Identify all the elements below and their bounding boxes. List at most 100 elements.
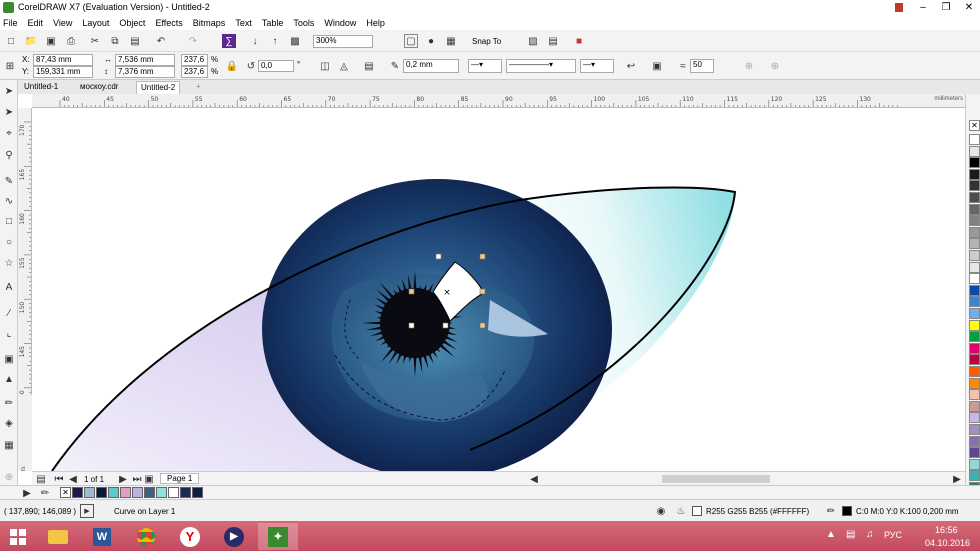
palette-swatch[interactable] — [969, 308, 980, 319]
height-field[interactable]: 7,376 mm — [115, 66, 175, 78]
palette-swatch[interactable] — [969, 412, 980, 424]
publish-pdf-icon[interactable]: ▩ — [288, 34, 302, 48]
quick-customize-icon[interactable]: ⊕ — [742, 59, 756, 73]
close-button[interactable]: ✕ — [958, 0, 980, 14]
document-palette-swatch[interactable] — [144, 487, 155, 498]
scale-x-field[interactable]: 237,6 — [181, 54, 208, 66]
tab-untitled-1[interactable]: Untitled-1 — [20, 81, 62, 94]
new-tab-icon[interactable]: + — [192, 81, 205, 94]
welcome-screen-icon[interactable]: ■ — [572, 34, 586, 48]
next-page-icon[interactable]: ▶ — [116, 472, 130, 486]
open-icon[interactable]: 📁 — [24, 34, 38, 48]
lock-ratio-icon[interactable]: 🔒 — [225, 59, 239, 73]
save-icon[interactable]: ▣ — [44, 34, 58, 48]
zoom-tool-icon[interactable]: ⚲ — [2, 148, 16, 162]
palette-swatch[interactable] — [969, 157, 980, 169]
add-icon[interactable]: ⊕ — [768, 59, 782, 73]
ellipse-tool-icon[interactable]: ○ — [2, 235, 16, 249]
palette-swatch[interactable] — [969, 435, 980, 447]
palette-arrow-icon[interactable]: ▶ — [20, 486, 34, 500]
fill-color-swatch[interactable] — [692, 506, 702, 516]
no-color-swatch[interactable]: ✕ — [60, 487, 71, 498]
tab-untitled-2[interactable]: Untitled-2 — [136, 81, 181, 94]
palette-swatch[interactable] — [969, 145, 980, 157]
document-palette-swatch[interactable] — [96, 487, 107, 498]
align-icon[interactable]: ▤ — [362, 59, 376, 73]
document-palette-swatch[interactable] — [120, 487, 131, 498]
media-player-icon[interactable]: ▶ — [214, 523, 254, 550]
palette-swatch[interactable] — [969, 377, 980, 389]
wrap-text-icon[interactable]: ▣ — [650, 59, 664, 73]
line-style-select[interactable]: —————▾ — [506, 59, 576, 73]
language-indicator[interactable]: РУС — [884, 530, 902, 540]
freehand-tool-icon[interactable]: ✎ — [2, 174, 16, 188]
coreldraw-taskbar-icon[interactable]: ✦ — [258, 523, 298, 550]
palette-swatch[interactable] — [969, 273, 980, 285]
text-tool-icon[interactable]: A — [2, 280, 16, 294]
options-icon[interactable]: ▧ — [526, 34, 540, 48]
palette-swatch[interactable] — [969, 319, 980, 331]
rectangle-tool-icon[interactable]: □ — [2, 214, 16, 228]
palette-swatch[interactable] — [969, 226, 980, 238]
paste-icon[interactable]: ▤ — [128, 34, 142, 48]
outline-color-swatch[interactable] — [842, 506, 852, 516]
mirror-horizontal-icon[interactable]: ◫ — [318, 59, 332, 73]
chrome-icon[interactable] — [126, 523, 166, 550]
pick-tool-icon[interactable]: ➤ — [2, 84, 16, 98]
scroll-thumb[interactable] — [662, 475, 770, 483]
network-icon[interactable]: ▤ — [846, 529, 855, 540]
document-palette-swatch[interactable] — [132, 487, 143, 498]
tab-moskou[interactable]: москоу.cdr — [76, 81, 122, 94]
windows-start-icon[interactable] — [0, 523, 36, 550]
file-explorer-icon[interactable] — [38, 523, 78, 550]
menu-layout[interactable]: Layout — [82, 18, 109, 28]
account-icon[interactable] — [888, 0, 910, 14]
y-position-field[interactable]: 159,331 mm — [33, 66, 93, 78]
print-icon[interactable]: ⎙ — [64, 34, 78, 48]
zoom-level-select[interactable]: 300% — [313, 35, 373, 48]
palette-swatch[interactable] — [969, 261, 980, 273]
search-content-icon[interactable]: ∑ — [222, 34, 236, 48]
document-palette-swatch[interactable] — [192, 487, 203, 498]
end-arrowhead-select[interactable]: —▾ — [580, 59, 614, 73]
x-position-field[interactable]: 87,43 mm — [33, 54, 93, 66]
clock-date[interactable]: 04.10.2016 — [925, 538, 970, 548]
palette-swatch[interactable] — [969, 192, 980, 203]
outline-width-select[interactable]: 0,2 mm — [403, 59, 459, 73]
cut-icon[interactable]: ✂ — [88, 34, 102, 48]
yandex-browser-icon[interactable]: Y — [170, 523, 210, 550]
minimize-button[interactable]: – — [912, 0, 934, 14]
menu-view[interactable]: View — [53, 18, 72, 28]
smoothing-field[interactable]: 50 — [690, 59, 714, 73]
palette-swatch[interactable] — [969, 134, 980, 145]
palette-swatch[interactable] — [969, 180, 980, 192]
palette-swatch[interactable] — [969, 424, 980, 435]
menu-tools[interactable]: Tools — [293, 18, 314, 28]
copy-icon[interactable]: ⧉ — [108, 34, 122, 48]
add-page-icon[interactable]: ▣ — [142, 472, 156, 486]
connector-tool-icon[interactable]: ⌞ — [2, 326, 16, 340]
palette-swatch[interactable] — [969, 250, 980, 261]
close-curve-icon[interactable]: ↩ — [624, 59, 638, 73]
palette-swatch[interactable] — [969, 470, 980, 482]
import-icon[interactable]: ↓ — [248, 34, 262, 48]
restore-button[interactable]: ❐ — [935, 0, 957, 14]
scroll-left-icon[interactable]: ◀ — [527, 472, 541, 486]
horizontal-scrollbar[interactable]: ▶ — [662, 471, 965, 485]
menu-table[interactable]: Table — [262, 18, 284, 28]
tray-arrow-icon[interactable]: ▲ — [826, 529, 836, 540]
parallel-dimension-icon[interactable]: ∕ — [2, 306, 16, 320]
document-palette-swatch[interactable] — [84, 487, 95, 498]
application-launcher-icon[interactable]: ▤ — [546, 34, 560, 48]
add-tool-icon[interactable]: ⊕ — [2, 470, 16, 484]
palette-swatch[interactable] — [969, 331, 980, 343]
menu-text[interactable]: Text — [235, 18, 252, 28]
prev-page-icon[interactable]: ◀ — [66, 472, 80, 486]
palette-swatch[interactable] — [969, 215, 980, 227]
color-eyedropper-icon[interactable]: ✏ — [38, 486, 52, 500]
no-color-swatch[interactable]: ✕ — [969, 120, 980, 131]
first-page-icon[interactable]: ⏮ — [52, 472, 66, 486]
palette-swatch[interactable] — [969, 400, 980, 412]
crop-tool-icon[interactable]: ⌖ — [2, 126, 16, 140]
show-rulers-icon[interactable]: ● — [424, 34, 438, 48]
